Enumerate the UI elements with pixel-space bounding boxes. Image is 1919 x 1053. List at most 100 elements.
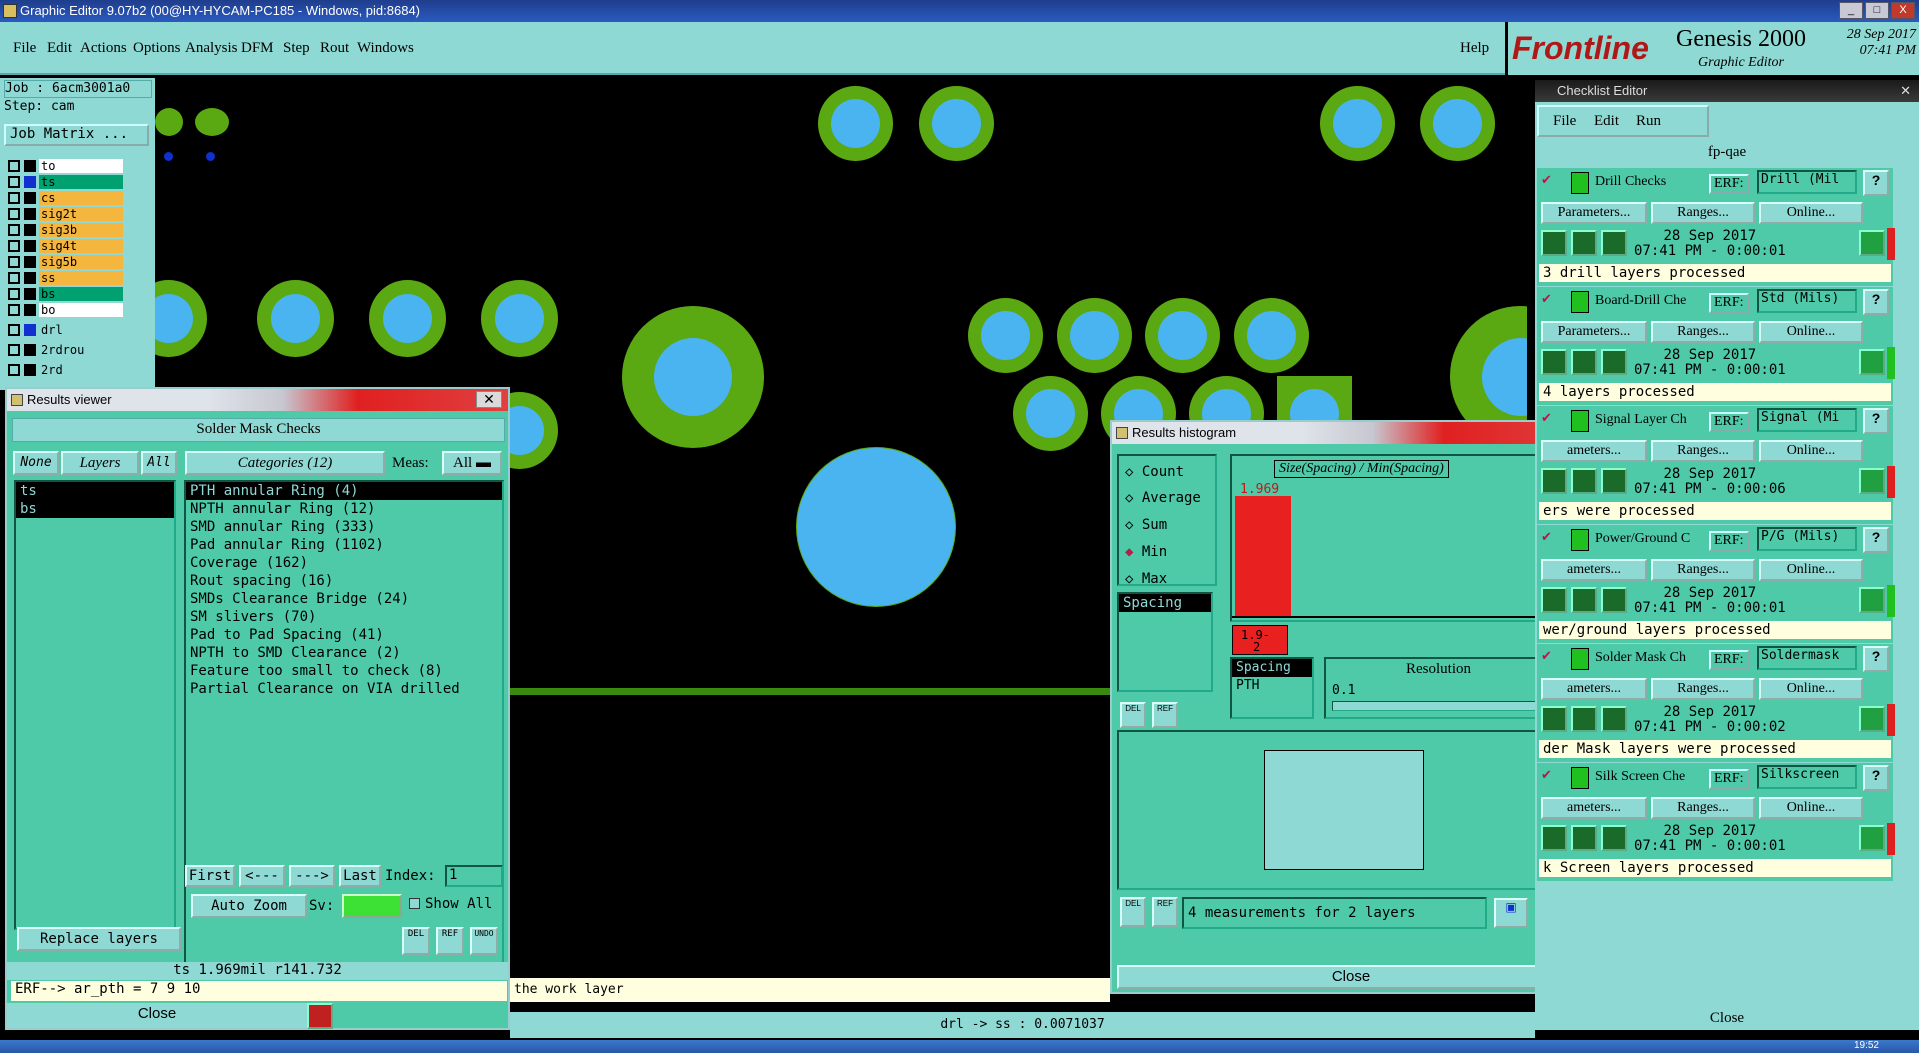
menu-options[interactable]: Options <box>133 40 181 57</box>
zoom-icon[interactable] <box>1859 468 1885 494</box>
stop-icon[interactable] <box>1601 230 1627 256</box>
layer-name[interactable]: cs <box>39 190 123 205</box>
replace-layers-select[interactable]: Replace layers <box>17 927 181 951</box>
layer-row[interactable]: 2rd <box>8 362 123 377</box>
layer-checkbox[interactable] <box>8 191 20 204</box>
maximize-button[interactable]: □ <box>1865 2 1889 19</box>
ref-button[interactable]: REF <box>436 927 464 955</box>
layer-name[interactable]: 2rdrou <box>39 342 123 357</box>
all-button[interactable]: All <box>141 451 177 475</box>
list-item[interactable]: SMD annular Ring (333) <box>186 518 502 536</box>
run-icon[interactable] <box>1541 468 1567 494</box>
help-button[interactable]: ? <box>1863 646 1889 672</box>
layer-checkbox[interactable] <box>8 239 20 252</box>
ranges-button[interactable]: Ranges... <box>1651 321 1755 343</box>
list-item[interactable]: Spacing <box>1119 594 1211 612</box>
last-button[interactable]: Last <box>339 865 381 887</box>
list-item[interactable]: Partial Clearance on VIA drilled <box>186 680 502 698</box>
index-input[interactable]: 1 <box>445 865 503 887</box>
close-button[interactable]: Close <box>1535 1007 1919 1029</box>
ce-menu-run[interactable]: Run <box>1636 113 1661 130</box>
check-name[interactable]: Signal Layer Ch <box>1595 412 1695 428</box>
list-item[interactable]: Coverage (162) <box>186 554 502 572</box>
check-mark-icon[interactable]: ✔ <box>1541 767 1552 783</box>
layer-checkbox[interactable] <box>8 159 20 172</box>
ranges-button[interactable]: Ranges... <box>1651 678 1755 700</box>
layer-checkbox[interactable] <box>8 363 20 376</box>
layer-name[interactable]: sig3b <box>39 222 123 237</box>
run-icon[interactable] <box>1541 230 1567 256</box>
help-button[interactable]: ? <box>1863 527 1889 553</box>
check-name[interactable]: Board-Drill Che <box>1595 293 1695 309</box>
check-name[interactable]: Solder Mask Ch <box>1595 650 1695 666</box>
help-button[interactable]: ? <box>1863 170 1889 196</box>
menu-edit[interactable]: Edit <box>47 40 72 57</box>
layer-checkbox[interactable] <box>8 207 20 220</box>
ranges-button[interactable]: Ranges... <box>1651 440 1755 462</box>
close-icon[interactable]: ✕ <box>1900 80 1911 102</box>
layer-name[interactable]: ss <box>39 270 123 285</box>
opt-average[interactable]: ◇ Average <box>1125 490 1201 506</box>
zoom-icon[interactable] <box>1859 706 1885 732</box>
ref-button[interactable]: REF <box>1152 702 1178 728</box>
list-item[interactable]: Feature too small to check (8) <box>186 662 502 680</box>
close-button[interactable]: Close <box>7 1003 307 1028</box>
online-button[interactable]: Online... <box>1759 440 1863 462</box>
parameters-button[interactable]: ameters... <box>1541 559 1647 581</box>
check-name[interactable]: Silk Screen Che <box>1595 769 1695 785</box>
stop-icon[interactable] <box>1601 825 1627 851</box>
show-all-checkbox[interactable] <box>409 898 420 909</box>
layer-row[interactable]: sig2t <box>8 206 123 221</box>
run-icon[interactable] <box>1541 825 1567 851</box>
layer-name[interactable]: sig2t <box>39 206 123 221</box>
check-name[interactable]: Power/Ground C <box>1595 531 1695 547</box>
layer-result-list[interactable]: ts bs <box>14 480 176 930</box>
parameters-button[interactable]: ameters... <box>1541 440 1647 462</box>
categories-button[interactable]: Categories (12) <box>185 451 385 475</box>
check-mark-icon[interactable]: ✔ <box>1541 648 1552 664</box>
stop-icon[interactable] <box>1601 706 1627 732</box>
close-window-button[interactable]: X <box>1891 2 1915 19</box>
run-all-icon[interactable] <box>1571 349 1597 375</box>
ref-button[interactable]: REF <box>1152 897 1178 927</box>
layer-checkbox[interactable] <box>8 303 20 316</box>
layer-checkbox[interactable] <box>8 255 20 268</box>
del-button[interactable]: DEL <box>1120 897 1146 927</box>
opt-max[interactable]: ◇ Max <box>1125 571 1167 587</box>
list-item[interactable]: ts <box>16 482 174 500</box>
parameters-button[interactable]: Parameters... <box>1541 202 1647 224</box>
list-item[interactable]: Rout spacing (16) <box>186 572 502 590</box>
layer-checkbox[interactable] <box>8 323 20 336</box>
run-all-icon[interactable] <box>1571 587 1597 613</box>
stop-icon[interactable] <box>1601 587 1627 613</box>
layer-row[interactable]: bs <box>8 286 123 301</box>
first-button[interactable]: First <box>185 865 235 887</box>
layer-name[interactable]: to <box>39 158 123 173</box>
selected-drill-hole[interactable] <box>796 447 956 607</box>
list-item[interactable]: Pad to Pad Spacing (41) <box>186 626 502 644</box>
list-item[interactable]: Pad annular Ring (1102) <box>186 536 502 554</box>
layer-name[interactable]: sig4t <box>39 238 123 253</box>
online-button[interactable]: Online... <box>1759 678 1863 700</box>
layer-row[interactable]: to <box>8 158 123 173</box>
close-icon[interactable]: ✕ <box>476 391 502 408</box>
erf-field[interactable]: P/G (Mils) <box>1757 527 1857 551</box>
del-button[interactable]: DEL <box>1120 702 1146 728</box>
type-list[interactable]: Spacing PTH <box>1230 657 1314 719</box>
erf-field[interactable]: Std (Mils) <box>1757 289 1857 313</box>
zoom-icon[interactable] <box>1859 230 1885 256</box>
parameters-button[interactable]: ameters... <box>1541 797 1647 819</box>
check-name[interactable]: Drill Checks <box>1595 174 1695 190</box>
preview-box[interactable] <box>1264 750 1424 870</box>
menu-help[interactable]: Help <box>1460 40 1489 57</box>
layer-row[interactable]: ss <box>8 270 123 285</box>
menu-step[interactable]: Step <box>283 40 310 57</box>
check-mark-icon[interactable]: ✔ <box>1541 291 1552 307</box>
export-icon[interactable]: ▣ <box>1494 898 1528 928</box>
layer-name[interactable]: drl <box>39 322 123 337</box>
list-item[interactable]: NPTH annular Ring (12) <box>186 500 502 518</box>
layer-row[interactable]: bo <box>8 302 123 317</box>
sv-color-select[interactable] <box>342 894 402 918</box>
zoom-icon[interactable] <box>1859 349 1885 375</box>
ranges-button[interactable]: Ranges... <box>1651 202 1755 224</box>
